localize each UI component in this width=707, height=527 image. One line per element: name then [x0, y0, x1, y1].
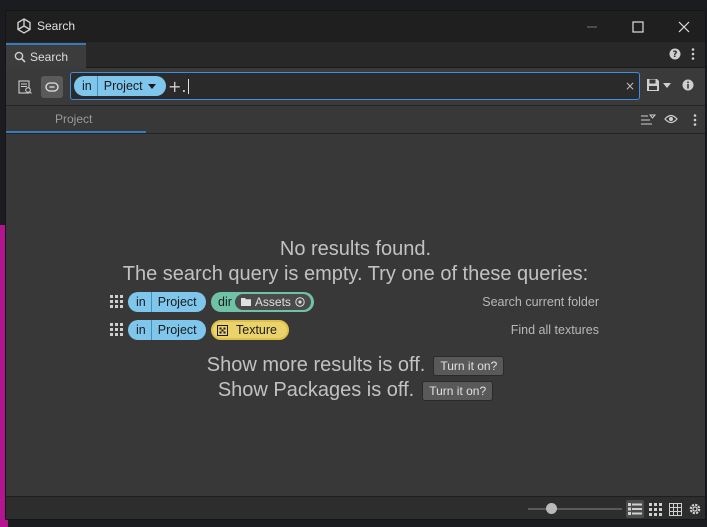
unity-logo-icon [17, 18, 31, 34]
minimize-icon [587, 26, 597, 27]
item-size-slider-thumb[interactable] [546, 503, 557, 514]
query-suggestion-row[interactable]: in Project dir Assets Search current fol… [6, 291, 705, 313]
save-dropdown-chevron-icon[interactable] [663, 83, 671, 88]
provider-tab-label: Project [55, 112, 93, 126]
no-results-message: No results found. [279, 238, 432, 260]
query-dir-value: Assets [234, 294, 311, 310]
show-more-results-line: Show more results is off. Turn it on? [6, 354, 705, 377]
title-bar[interactable]: Search [6, 11, 705, 42]
show-packages-text: Show Packages is off. [217, 379, 415, 401]
clear-search-button[interactable]: × [625, 79, 635, 93]
table-view-button[interactable] [666, 500, 684, 518]
turn-on-more-results-button[interactable]: Turn it on? [433, 355, 505, 376]
query-pill-dir-assets[interactable]: dir Assets [211, 292, 314, 312]
close-button[interactable] [661, 11, 705, 42]
tab-bar: Search ? [6, 42, 705, 68]
show-packages-line: Show Packages is off. Turn it on? [6, 379, 705, 402]
query-builder-toggle[interactable] [41, 76, 63, 98]
tab-search[interactable]: Search [6, 43, 86, 68]
tab-menu-icon[interactable] [690, 47, 696, 61]
status-bar [6, 496, 705, 519]
search-toolbar: in Project +. × [6, 68, 705, 106]
query-pill-in-project[interactable]: in Project [128, 320, 206, 340]
query-in-label: in [128, 292, 152, 312]
list-view-button[interactable] [626, 500, 644, 518]
results-area: No results found. The search query is em… [6, 134, 705, 496]
query-description: Find all textures [510, 323, 599, 337]
query-suggestion-row[interactable]: in Project Texture Find all textures [6, 319, 705, 341]
close-icon [678, 21, 690, 32]
turn-on-packages-button[interactable]: Turn it on? [422, 380, 494, 401]
query-type-label: Texture [236, 323, 277, 337]
eye-icon[interactable] [664, 114, 678, 124]
query-value-label: Project [157, 295, 197, 309]
filter-value[interactable]: Project [98, 76, 166, 96]
filter-pill-in-project[interactable]: in Project [74, 76, 166, 96]
provider-menu-icon[interactable] [692, 113, 698, 127]
grid-view-button[interactable] [646, 500, 664, 518]
table-view-icon [668, 502, 682, 516]
filter-value-label: Project [103, 79, 143, 93]
list-view-icon [628, 503, 642, 515]
query-pill-texture[interactable]: Texture [211, 320, 289, 340]
show-more-results-text: Show more results is off. [206, 354, 426, 376]
query-type-value: Texture [213, 322, 287, 338]
texture-icon [217, 324, 228, 336]
help-icon[interactable]: ? [669, 48, 681, 60]
chevron-down-icon [147, 83, 156, 89]
query-dir-value-label: Assets [254, 295, 291, 309]
drag-handle-grid-icon [110, 323, 123, 336]
provider-tab-project[interactable]: Project [6, 106, 146, 133]
saved-search-list-icon [18, 80, 32, 94]
grid-view-icon [648, 502, 662, 516]
preferences-button[interactable] [686, 500, 704, 518]
query-in-label: in [128, 320, 152, 340]
search-input[interactable]: in Project +. × [70, 72, 640, 100]
query-pill-in-project[interactable]: in Project [128, 292, 206, 312]
query-dir-label: dir [218, 295, 232, 309]
window-title: Search [37, 19, 76, 33]
empty-query-message: The search query is empty. Try one of th… [122, 263, 589, 285]
tab-label: Search [30, 49, 69, 64]
filter-options-icon[interactable] [640, 114, 656, 126]
filter-in-label: in [74, 76, 98, 96]
item-size-slider-track[interactable] [528, 508, 622, 510]
provider-tab-bar: Project [6, 106, 705, 134]
add-filter-button[interactable]: +. [168, 77, 187, 96]
maximize-button[interactable] [615, 11, 661, 42]
search-window: Search Search ? in Project +. × Project … [5, 10, 706, 520]
query-description: Search current folder [482, 295, 599, 309]
folder-icon [240, 298, 251, 306]
target-picker-icon[interactable] [295, 297, 305, 307]
query-builder-icon [45, 82, 59, 92]
maximize-icon [632, 20, 644, 33]
text-caret [188, 79, 189, 94]
minimize-button[interactable] [569, 11, 615, 42]
saved-searches-button[interactable] [14, 76, 36, 98]
drag-handle-grid-icon [110, 295, 123, 308]
query-value-label: Project [157, 323, 197, 337]
info-icon[interactable] [682, 79, 694, 91]
gear-icon [689, 503, 701, 515]
svg-text:?: ? [673, 50, 678, 60]
save-search-icon[interactable] [646, 78, 660, 92]
search-icon [14, 51, 26, 63]
